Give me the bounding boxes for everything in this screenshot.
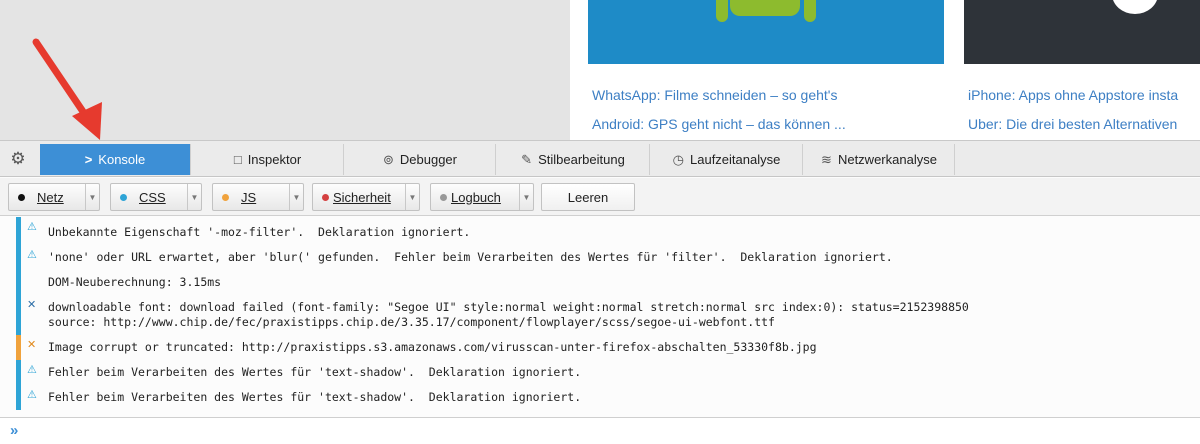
console-message[interactable]: ⚠ 'none' oder URL erwartet, aber 'blur(' … (0, 245, 1200, 270)
tab-inspector[interactable]: □ Inspektor (192, 144, 344, 175)
network-icon: ≋ (821, 151, 832, 167)
filter-label: JS (241, 189, 257, 205)
filter-label: Logbuch (451, 189, 501, 205)
filter-css-button[interactable]: CSS ▼ (110, 183, 202, 211)
filter-label: CSS (139, 189, 166, 205)
clear-button[interactable]: Leeren (541, 183, 635, 211)
logging-dot-icon (440, 193, 447, 201)
chevron-down-icon[interactable]: ▼ (519, 184, 533, 210)
message-text: Fehler beim Verarbeiten des Wertes für '… (48, 390, 582, 404)
apple-logo-icon (1112, 0, 1158, 14)
article-thumbnail[interactable] (964, 0, 1200, 64)
android-logo-icon (730, 0, 800, 16)
message-category-bar (16, 360, 21, 385)
devtools-panel: ⚙ > Konsole □ Inspektor ⊚ Debugger ✎ Sti… (0, 140, 1200, 444)
message-text: Fehler beim Verarbeiten des Wertes für '… (48, 365, 582, 379)
message-category-bar (16, 295, 21, 335)
article-link-android-gps[interactable]: Android: GPS geht nicht – das können ... (592, 116, 846, 132)
warning-icon: ⚠ (27, 388, 37, 401)
tab-label: Konsole (98, 152, 146, 167)
chevron-down-icon[interactable]: ▼ (85, 184, 99, 210)
message-category-bar (16, 217, 21, 245)
article-link-iphone-apps[interactable]: iPhone: Apps ohne Appstore insta (968, 87, 1178, 103)
console-command-input[interactable] (30, 421, 1180, 441)
security-dot-icon (322, 193, 329, 201)
filter-net-button[interactable]: Netz ▼ (8, 183, 100, 211)
message-category-bar (16, 385, 21, 410)
chevron-down-icon[interactable]: ▼ (405, 184, 419, 210)
filter-label: Sicherheit (333, 189, 391, 205)
console-input-bar: » (0, 417, 1200, 444)
message-text: Image corrupt or truncated: http://praxi… (48, 340, 817, 354)
debugger-icon: ⊚ (382, 151, 394, 167)
article-thumbnail[interactable] (588, 0, 944, 64)
js-dot-icon (222, 193, 229, 201)
tab-label: Stilbearbeitung (538, 152, 625, 167)
tab-label: Laufzeitanalyse (690, 152, 781, 167)
tab-debugger[interactable]: ⊚ Debugger (345, 144, 496, 175)
console-message[interactable]: ⚠ Fehler beim Verarbeiten des Wertes für … (0, 385, 1200, 410)
console-message[interactable]: ✕ downloadable font: download failed (fon… (0, 295, 1200, 335)
tab-label: Inspektor (247, 152, 302, 167)
filter-label: Netz (37, 189, 64, 205)
console-message[interactable]: ⚠ Unbekannte Eigenschaft '-moz-filter'. D… (0, 217, 1200, 245)
error-icon: ✕ (27, 338, 37, 351)
inspector-icon: □ (233, 152, 242, 167)
message-text: downloadable font: download failed (font… (48, 300, 969, 314)
message-category-bar (16, 270, 21, 295)
filter-security-button[interactable]: Sicherheit ▼ (312, 183, 420, 211)
filter-js-button[interactable]: JS ▼ (212, 183, 304, 211)
net-dot-icon (18, 193, 25, 201)
console-icon: > (84, 152, 93, 167)
android-arm-icon (804, 0, 816, 22)
tab-label: Netzwerkanalyse (837, 152, 937, 167)
warning-icon: ⚠ (27, 363, 37, 376)
android-arm-icon (716, 0, 728, 22)
chevron-down-icon[interactable]: ▼ (289, 184, 303, 210)
pencil-icon: ✎ (521, 151, 533, 167)
console-output: ⚠ Unbekannte Eigenschaft '-moz-filter'. D… (0, 217, 1200, 417)
console-message[interactable]: ⚠ Fehler beim Verarbeiten des Wertes für … (0, 360, 1200, 385)
filter-logging-button[interactable]: Logbuch ▼ (430, 183, 534, 211)
article-link-uber[interactable]: Uber: Die drei besten Alternativen (968, 116, 1177, 132)
tab-network[interactable]: ≋ Netzwerkanalyse (804, 144, 955, 175)
css-dot-icon (120, 193, 127, 201)
red-arrow-annotation-icon (32, 38, 102, 140)
message-text: Unbekannte Eigenschaft '-moz-filter'. De… (48, 225, 471, 239)
tab-style-editor[interactable]: ✎ Stilbearbeitung (497, 144, 650, 175)
clear-label: Leeren (567, 189, 609, 205)
article-card-apple[interactable]: iPhone: Apps ohne Appstore insta Uber: D… (964, 0, 1200, 140)
webpage-content: WhatsApp: Filme schneiden – so geht's An… (0, 0, 1200, 140)
tab-label: Debugger (399, 152, 457, 167)
warning-icon: ⚠ (27, 248, 37, 261)
console-message[interactable]: ✕ Image corrupt or truncated: http://prax… (0, 335, 1200, 360)
error-icon: ✕ (27, 298, 37, 311)
tab-performance[interactable]: ◷ Laufzeitanalyse (651, 144, 803, 175)
console-filterbar: Netz ▼ CSS ▼ JS ▼ Sicherheit ▼ Logbuch ▼… (0, 178, 1200, 216)
message-category-bar (16, 245, 21, 270)
gear-icon[interactable]: ⚙ (8, 149, 28, 169)
chevron-down-icon[interactable]: ▼ (187, 184, 201, 210)
message-text: source: http://www.chip.de/fec/praxistip… (48, 315, 775, 329)
warning-icon: ⚠ (27, 220, 37, 233)
article-link-whatsapp[interactable]: WhatsApp: Filme schneiden – so geht's (592, 87, 837, 103)
message-text: 'none' oder URL erwartet, aber 'blur(' g… (48, 250, 893, 264)
devtools-tabbar: ⚙ > Konsole □ Inspektor ⊚ Debugger ✎ Sti… (0, 141, 1200, 177)
console-message[interactable]: DOM-Neuberechnung: 3.15ms (0, 270, 1200, 295)
message-text: DOM-Neuberechnung: 3.15ms (48, 275, 222, 289)
stopwatch-icon: ◷ (672, 151, 684, 167)
article-card-android[interactable]: WhatsApp: Filme schneiden – so geht's An… (588, 0, 944, 140)
message-category-bar (16, 335, 21, 360)
prompt-chevron-icon: » (10, 422, 19, 439)
